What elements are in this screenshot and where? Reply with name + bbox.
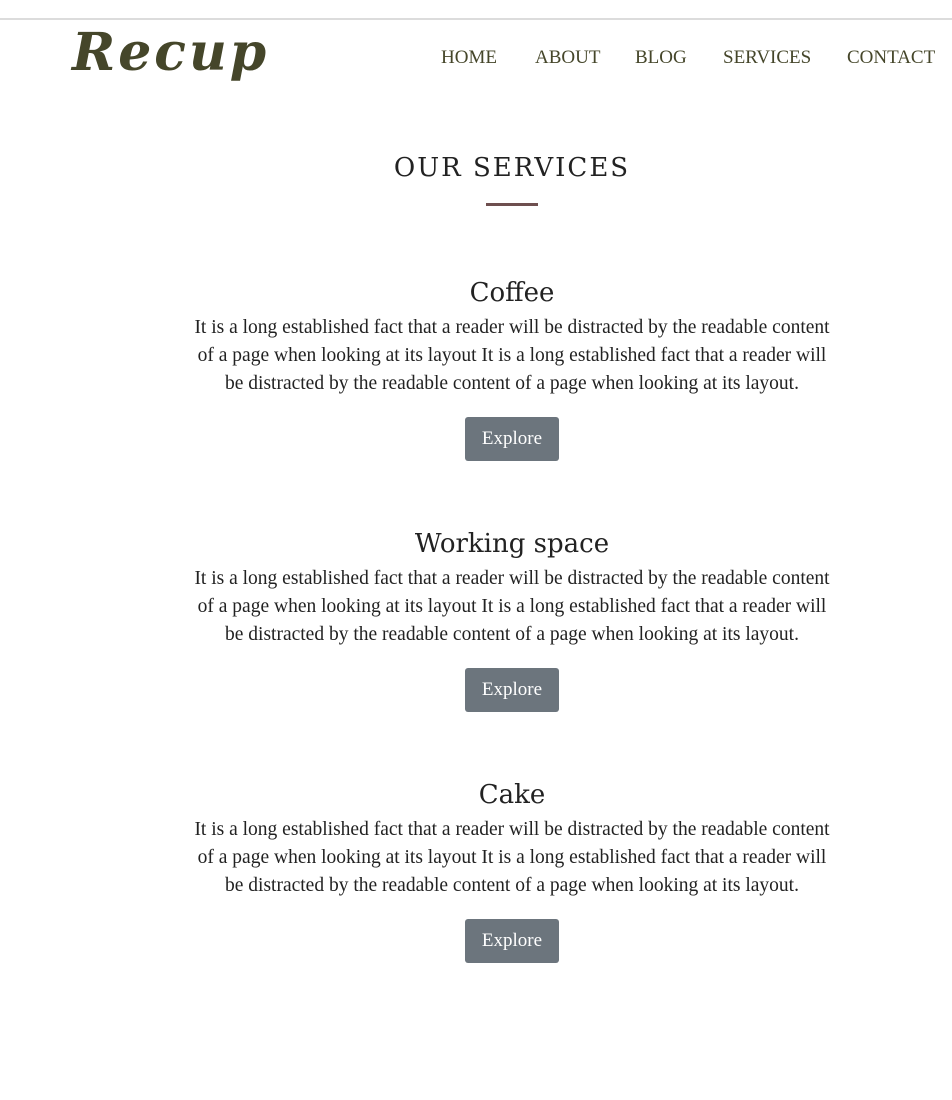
nav-services-link[interactable]: SERVICES: [723, 46, 811, 70]
service-description: It is a long established fact that a rea…: [194, 568, 830, 645]
service-description: It is a long established fact that a rea…: [194, 819, 830, 896]
top-divider: [0, 18, 952, 20]
service-card-coffee: Coffee It is a long established fact tha…: [188, 276, 836, 462]
service-title: Coffee: [469, 278, 555, 308]
nav-home-link[interactable]: HOME: [441, 46, 497, 70]
service-title: Working space: [414, 529, 610, 559]
nav-blog-link[interactable]: BLOG: [635, 46, 687, 70]
section-title: OUR SERVICES: [393, 153, 631, 183]
nav-about-link[interactable]: ABOUT: [535, 46, 600, 70]
service-card-working-space: Working space It is a long established f…: [188, 527, 836, 713]
explore-button-coffee[interactable]: Explore: [465, 417, 559, 462]
brand-logo[interactable]: Recup: [72, 22, 269, 84]
service-card-cake: Cake It is a long established fact that …: [188, 778, 836, 964]
explore-button-working-space[interactable]: Explore: [465, 668, 559, 713]
service-description: It is a long established fact that a rea…: [194, 317, 830, 394]
service-title: Cake: [478, 780, 546, 810]
explore-button-cake[interactable]: Explore: [465, 919, 559, 964]
nav-contact-link[interactable]: CONTACT: [847, 46, 935, 70]
title-underline: [486, 203, 538, 206]
